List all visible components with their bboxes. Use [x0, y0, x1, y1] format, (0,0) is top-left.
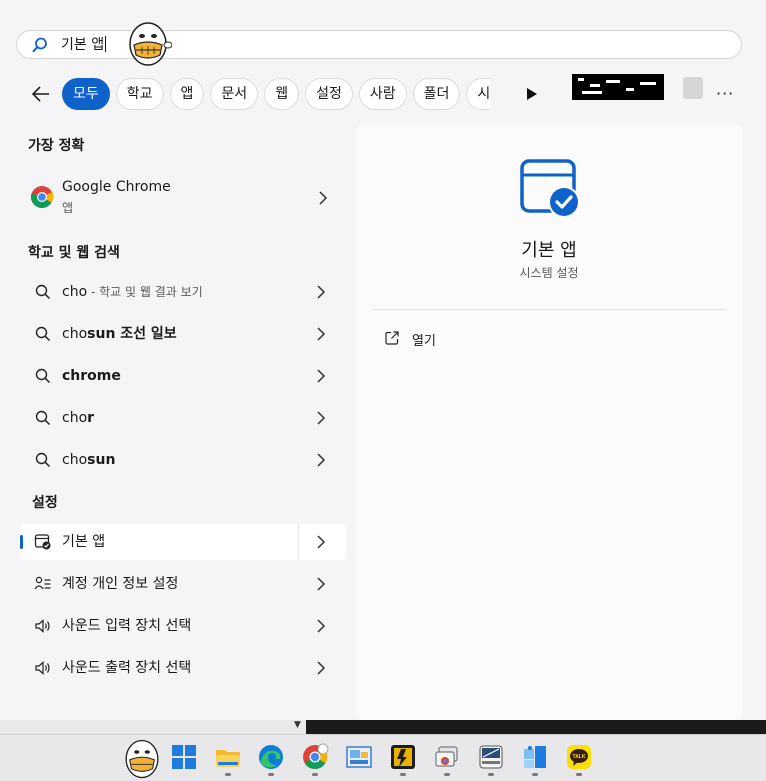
settings-item-sound-input[interactable]: 사운드 입력 장치 선택 [20, 608, 346, 644]
remote-desktop-icon[interactable] [433, 743, 461, 771]
chevron-right-icon [317, 661, 326, 675]
chevron-right-icon [317, 535, 326, 549]
web-search-label: chosun 조선 일보 [62, 326, 177, 342]
chevron-right-icon [317, 411, 326, 425]
web-search-item[interactable]: chor [20, 400, 346, 436]
filter-chip-more-clipped[interactable]: 시 [466, 78, 491, 110]
settings-item-label: 사운드 입력 장치 선택 [62, 618, 192, 634]
more-options-icon[interactable]: ··· [716, 84, 734, 103]
svg-text:TALK: TALK [573, 754, 586, 760]
background-window-strip: ▼ [0, 720, 766, 734]
chevron-right-icon [317, 327, 326, 341]
settings-item-account-privacy[interactable]: 계정 개인 정보 설정 [20, 566, 346, 602]
search-panel: 기본 앱 모두 학교 앱 문서 웹 설정 사람 폴더 시 ··· 가장 정확 G… [0, 0, 766, 720]
default-apps-icon [520, 159, 580, 218]
filter-chip-people[interactable]: 사람 [358, 78, 407, 110]
web-search-item[interactable]: chosun 조선 일보 [20, 316, 346, 352]
selection-indicator [20, 535, 23, 549]
file-explorer-icon[interactable] [214, 743, 242, 771]
web-search-item[interactable]: cho - 학교 및 웹 결과 보기 [20, 274, 346, 310]
filter-chip-documents[interactable]: 문서 [210, 78, 259, 110]
running-indicator [268, 773, 274, 776]
search-icon [35, 326, 51, 342]
filter-chip-folders[interactable]: 폴더 [412, 78, 461, 110]
speaker-icon [35, 619, 50, 633]
running-indicator [444, 773, 450, 776]
search-input[interactable]: 기본 앱 [61, 36, 107, 54]
search-icon [32, 37, 47, 53]
search-icon [35, 368, 51, 384]
running-indicator [532, 773, 538, 776]
profile-avatar[interactable] [683, 77, 703, 99]
filter-chips: 모두 학교 앱 문서 웹 설정 사람 폴더 시 [62, 78, 491, 110]
running-indicator [400, 773, 406, 776]
filter-chip-apps[interactable]: 앱 [169, 78, 205, 110]
settings-item-label: 계정 개인 정보 설정 [62, 576, 179, 592]
windows-start-icon[interactable] [170, 743, 198, 771]
settings-item-sound-output[interactable]: 사운드 출력 장치 선택 [20, 650, 346, 686]
chevron-right-icon [317, 369, 326, 383]
web-search-item[interactable]: chrome [20, 358, 346, 394]
search-icon [35, 410, 51, 426]
photo-viewer-icon[interactable] [345, 743, 373, 771]
account-privacy-icon [34, 576, 51, 590]
dropdown-arrow-icon[interactable]: ▼ [294, 720, 301, 730]
search-icon [35, 284, 51, 300]
default-apps-icon [34, 534, 51, 550]
preview-pane: 기본 앱 시스템 설정 열기 [356, 124, 742, 720]
open-external-icon [385, 331, 399, 345]
taskbar: TALK [0, 734, 766, 781]
chevron-right-icon [317, 619, 326, 633]
flashcard-app-icon[interactable] [477, 743, 505, 771]
filter-chip-web[interactable]: 웹 [264, 78, 300, 110]
search-icon [35, 452, 51, 468]
chrome-logo-icon [30, 186, 54, 208]
sticker-icon [125, 739, 159, 779]
chrome-icon[interactable] [301, 743, 329, 771]
filter-chip-school[interactable]: 학교 [115, 78, 164, 110]
running-indicator [312, 773, 318, 776]
running-indicator [576, 773, 582, 776]
edge-icon[interactable] [257, 743, 285, 771]
filter-chip-all[interactable]: 모두 [62, 78, 110, 110]
web-search-label: chosun [62, 452, 116, 468]
speaker-icon [35, 661, 50, 675]
web-search-label: cho - 학교 및 웹 결과 보기 [62, 284, 203, 300]
settings-heading: 설정 [32, 495, 58, 511]
chevron-right-icon [317, 577, 326, 591]
open-action[interactable]: 열기 [372, 324, 726, 354]
best-match-type: 앱 [62, 201, 74, 215]
settings-item-default-apps[interactable]: 기본 앱 [20, 524, 346, 560]
filter-chip-settings[interactable]: 설정 [305, 78, 353, 110]
settings-item-label: 기본 앱 [62, 534, 106, 550]
app-icon[interactable] [389, 743, 417, 771]
back-arrow-icon[interactable] [29, 82, 53, 106]
text-caret [105, 36, 107, 52]
running-indicator [225, 773, 231, 776]
todo-app-icon[interactable] [521, 743, 549, 771]
background-window-edge [0, 720, 306, 734]
best-match-name: Google Chrome [62, 179, 171, 195]
chevron-right-icon [317, 285, 326, 299]
scroll-chips-right-icon[interactable] [526, 87, 538, 101]
preview-subtitle: 시스템 설정 [519, 266, 579, 280]
web-search-item[interactable]: chosun [20, 442, 346, 478]
web-search-heading: 학교 및 웹 검색 [28, 245, 120, 261]
web-search-label: chrome [62, 368, 121, 384]
kakaotalk-icon[interactable]: TALK [565, 743, 593, 771]
divider [372, 309, 726, 310]
open-label: 열기 [412, 334, 436, 349]
web-search-label: chor [62, 410, 95, 426]
preview-title: 기본 앱 [521, 240, 577, 261]
running-indicator [488, 773, 494, 776]
account-badge-redacted[interactable] [572, 74, 664, 100]
chevron-right-icon [317, 453, 326, 467]
best-match-heading: 가장 정확 [28, 138, 85, 154]
settings-item-label: 사운드 출력 장치 선택 [62, 660, 192, 676]
best-match-chrome[interactable]: Google Chrome 앱 [20, 176, 346, 220]
sticker-icon [129, 22, 172, 66]
chevron-right-icon [319, 191, 328, 205]
